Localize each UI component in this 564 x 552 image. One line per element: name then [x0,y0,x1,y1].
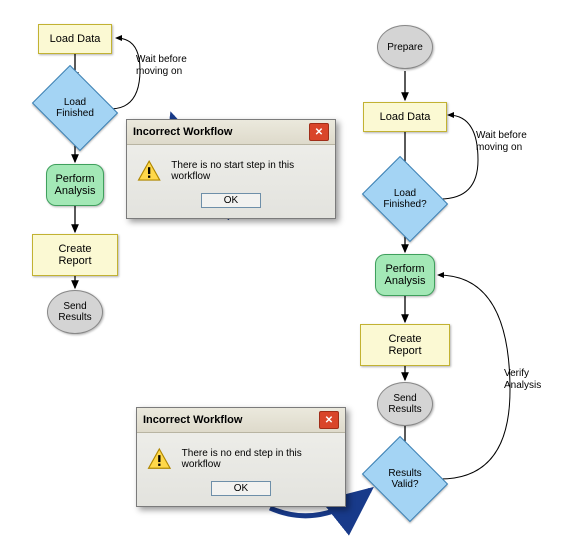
action-perform-analysis-right: Perform Analysis [375,254,435,296]
ok-button[interactable]: OK [211,481,271,496]
dialog-message: There is no start step in this workflow [171,160,325,182]
loop-label-wait-right: Wait before moving on [476,130,527,154]
close-icon[interactable]: ✕ [309,123,329,141]
node-label: Perform Analysis [385,263,426,287]
process-load-data-right: Load Data [363,102,447,132]
dialog-incorrect-workflow-bottom: Incorrect Workflow ✕ There is no end ste… [136,407,346,507]
process-load-data-left: Load Data [38,24,112,54]
decision-load-finished-left: Load Finished [41,82,109,134]
node-label: Perform Analysis [55,173,96,197]
node-label: Load Data [380,111,431,123]
node-label: Load Data [50,33,101,45]
node-label: Send Results [58,301,91,323]
dialog-message: There is no end step in this workflow [182,448,335,470]
terminator-send-results-right: Send Results [377,382,433,426]
node-label: Prepare [387,42,423,53]
warning-icon [147,447,172,471]
node-label: Send Results [388,393,421,415]
loop-label-left: Wait before moving on [136,54,187,78]
decision-results-valid: Results Valid? [371,453,439,505]
action-perform-analysis-left: Perform Analysis [46,164,104,206]
dialog-titlebar: Incorrect Workflow ✕ [137,408,345,433]
dialog-titlebar: Incorrect Workflow ✕ [127,120,335,145]
dialog-title-text: Incorrect Workflow [133,126,232,138]
process-create-report-right: Create Report [360,324,450,366]
loop-label-verify: Verify Analysis [504,368,541,392]
warning-icon [137,159,161,183]
node-label: Results Valid? [371,453,439,505]
close-icon[interactable]: ✕ [319,411,339,429]
terminator-prepare: Prepare [377,25,433,69]
node-label: Load Finished [41,82,109,134]
node-label: Create Report [43,243,107,267]
decision-load-finished-right: Load Finished? [371,173,439,225]
terminator-send-results-left: Send Results [47,290,103,334]
ok-button[interactable]: OK [201,193,261,208]
dialog-incorrect-workflow-top: Incorrect Workflow ✕ There is no start s… [126,119,336,219]
node-label: Load Finished? [371,173,439,225]
dialog-title-text: Incorrect Workflow [143,414,242,426]
node-label: Create Report [371,333,439,357]
process-create-report-left: Create Report [32,234,118,276]
